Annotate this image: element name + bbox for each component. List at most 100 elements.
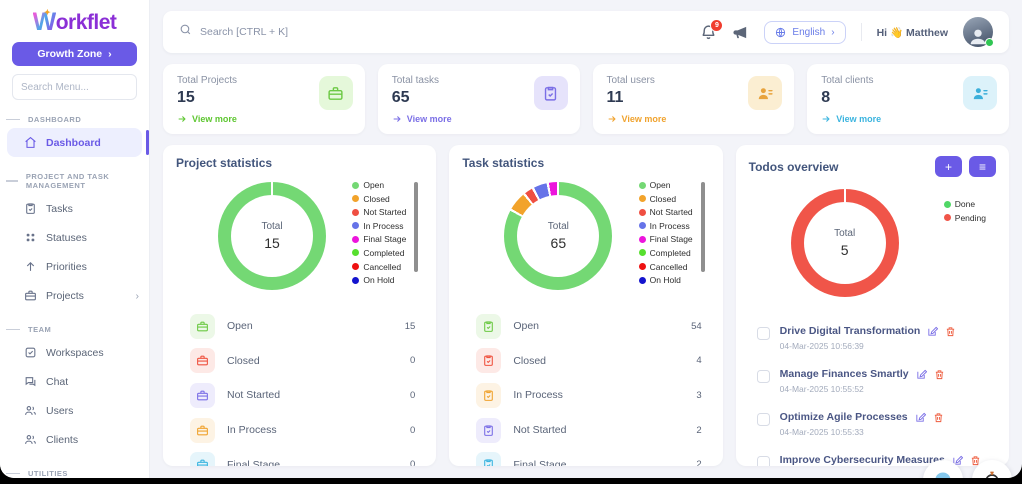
project-statistics-panel: Project statistics Total 15 Open Closed … [163,145,436,466]
users-icon [24,433,37,446]
edit-todo-icon[interactable] [927,326,938,337]
sidebar: ✦ W orkflet Growth Zone › DASHBOARD Dash… [0,0,150,478]
legend-dot-icon [639,182,646,189]
view-more-link[interactable]: View more [177,114,351,124]
status-row-final-stage: Final Stage 2 [462,447,709,466]
chevron-right-icon: › [831,27,834,38]
sidebar-item-dashboard[interactable]: Dashboard [7,128,142,157]
arrow-right-icon [607,114,617,124]
delete-todo-icon[interactable] [934,369,945,380]
chat-fab-button[interactable] [923,460,963,478]
todo-datetime: 04-Mar-2025 10:55:52 [780,384,994,394]
timer-fab-button[interactable] [972,460,1012,478]
sidebar-item-statuses[interactable]: Statuses [0,223,149,252]
sidebar-search-input[interactable] [12,74,137,100]
clipboard-check-icon [476,418,501,443]
delete-todo-icon[interactable] [945,326,956,337]
briefcase-icon [190,348,215,373]
sidebar-section-label: UTILITIES [0,469,149,478]
topbar-divider [861,23,862,41]
todo-checkbox[interactable] [757,370,770,383]
chevron-right-icon: › [136,290,140,302]
project-chart-area: Total 15 Open Closed Not Started In Proc… [176,176,423,306]
language-selector[interactable]: English › [764,21,845,44]
legend-dot-icon [639,277,646,284]
main-content: 9 English › Hi 👋 Matthew Tot [150,0,1022,478]
clipboard-icon [24,202,37,215]
legend-item: Final Stage [352,234,406,244]
donut-center-value: 65 [551,235,567,251]
delete-todo-icon[interactable] [933,412,944,423]
growth-zone-button[interactable]: Growth Zone › [12,42,137,66]
legend-item: Open [352,180,406,190]
legend-scrollbar[interactable] [701,182,705,272]
chart-legend: Open Closed Not Started In Process Final… [639,180,693,285]
view-more-link[interactable]: View more [607,114,781,124]
add-todo-button[interactable]: + [935,156,962,177]
section-dash-icon [6,329,20,331]
sidebar-item-users[interactable]: Users [0,396,149,425]
legend-item: On Hold [639,275,693,285]
todo-list-view-button[interactable]: ≡ [969,156,996,177]
growth-zone-label: Growth Zone [37,48,102,60]
todos-chart-area: Total 5 Done Pending [749,183,996,313]
language-label: English [792,27,825,38]
edit-todo-icon[interactable] [916,369,927,380]
app-logo: ✦ W orkflet [0,12,149,34]
view-more-link[interactable]: View more [821,114,995,124]
legend-item: Not Started [352,207,406,217]
chat-bubble-icon [933,470,953,478]
legend-item: In Process [639,221,693,231]
chart-legend: Open Closed Not Started In Process Final… [352,180,406,285]
user-lines-icon [748,76,782,110]
sidebar-item-clients[interactable]: Clients [0,425,149,454]
sidebar-item-tasks[interactable]: Tasks [0,194,149,223]
megaphone-icon [732,24,749,41]
edit-todo-icon[interactable] [915,412,926,423]
status-row-in-process: In Process 3 [462,378,709,413]
legend-item: Done [944,199,986,209]
legend-item: Not Started [639,207,693,217]
todo-checkbox[interactable] [757,327,770,340]
sidebar-item-workspaces[interactable]: Workspaces [0,338,149,367]
arrow-right-icon [177,114,187,124]
donut-center-value: 15 [264,235,280,251]
sidebar-item-projects[interactable]: Projects › [0,281,149,310]
arrow-right-icon [392,114,402,124]
sidebar-section-label: PROJECT AND TASK MANAGEMENT [0,172,149,190]
status-row-final-stage: Final Stage 0 [176,447,423,466]
stopwatch-icon [982,470,1002,478]
legend-item: On Hold [352,275,406,285]
donut-center-label: Total [834,228,855,239]
legend-dot-icon [352,277,359,284]
legend-item: In Process [352,221,406,231]
clipboard-check-icon [476,383,501,408]
user-avatar[interactable] [963,17,993,47]
legend-item: Final Stage [639,234,693,244]
legend-dot-icon [639,249,646,256]
notifications-button[interactable]: 9 [700,24,717,41]
chart-legend: Done Pending [944,199,986,223]
announcements-button[interactable] [732,24,749,41]
legend-scrollbar[interactable] [414,182,418,272]
view-more-link[interactable]: View more [392,114,566,124]
panels-row: Project statistics Total 15 Open Closed … [163,145,1009,466]
online-status-dot [985,38,994,47]
notification-badge: 9 [710,19,723,32]
global-search-input[interactable] [200,26,420,38]
briefcase-icon [190,452,215,466]
stat-cards-row: Total Projects 15 View more Total tasks … [163,64,1009,134]
user-greeting: Hi 👋 Matthew [877,26,948,39]
legend-dot-icon [639,209,646,216]
sidebar-item-chat[interactable]: Chat [0,367,149,396]
todo-checkbox[interactable] [757,413,770,426]
legend-dot-icon [352,222,359,229]
logo-spark-icon: ✦ [44,8,50,17]
donut-center-label: Total [548,221,569,232]
logo-text: orkflet [56,12,117,34]
legend-item: Closed [639,194,693,204]
briefcase-icon [190,418,215,443]
todo-checkbox[interactable] [757,456,770,466]
sidebar-item-priorities[interactable]: Priorities [0,252,149,281]
stat-card-total-clients: Total clients 8 View more [807,64,1009,134]
